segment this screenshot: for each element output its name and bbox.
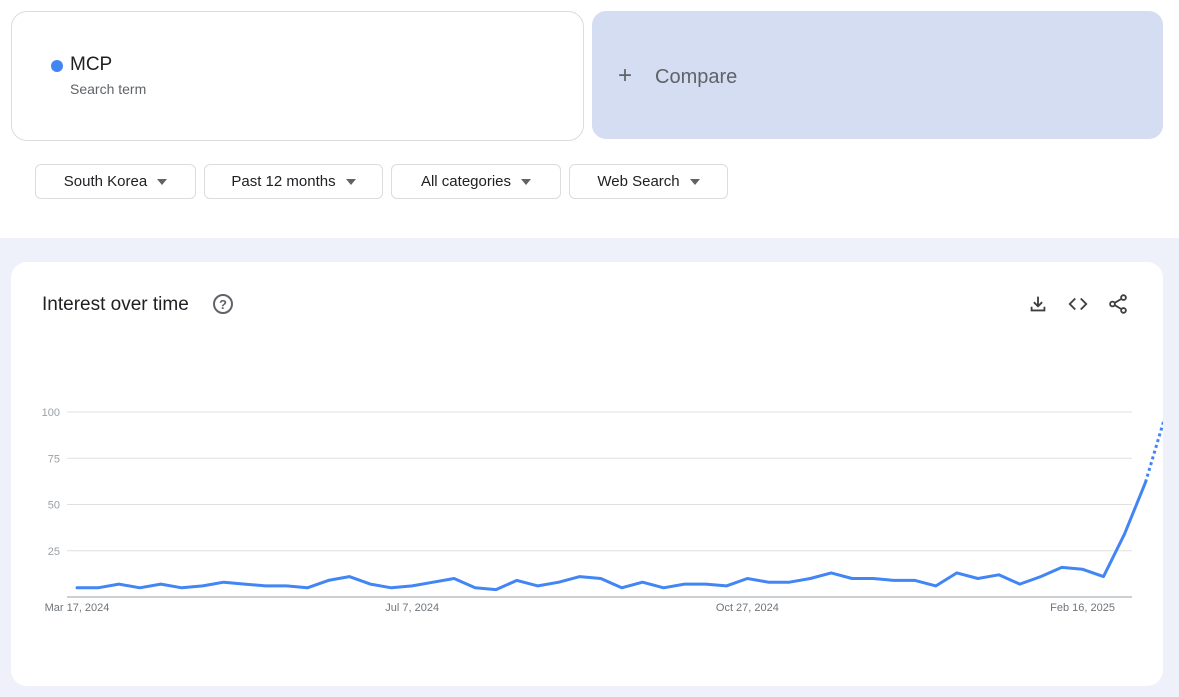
property-dropdown[interactable]: Web Search <box>569 164 728 199</box>
series-line-partial <box>1144 418 1163 483</box>
x-tick-label: Oct 27, 2024 <box>716 602 779 614</box>
x-tick-label: Feb 16, 2025 <box>1050 602 1115 614</box>
dropdown-caret-icon <box>157 178 168 185</box>
series-color-dot <box>51 60 63 72</box>
series-line <box>75 480 1147 592</box>
region-dropdown[interactable]: South Korea <box>35 164 196 199</box>
interest-over-time-card: Interest over time ? 25 50 75 100 Mar 17, 20… <box>11 262 1163 686</box>
dropdown-caret-icon <box>521 178 532 185</box>
property-label: Web Search <box>597 173 680 190</box>
period-dropdown[interactable]: Past 12 months <box>204 164 383 199</box>
plus-icon: + <box>618 62 633 89</box>
region-label: South Korea <box>63 173 148 190</box>
y-tick-label: 25 <box>48 546 60 558</box>
y-tick-label: 100 <box>42 407 60 419</box>
category-dropdown[interactable]: All categories <box>391 164 561 199</box>
filter-bar: South Korea Past 12 months All categorie… <box>11 149 1163 213</box>
compare-label: Compare <box>655 66 738 88</box>
x-tick-label: Jul 7, 2024 <box>385 602 439 614</box>
dropdown-caret-icon <box>345 178 356 185</box>
dropdown-caret-icon <box>689 178 700 185</box>
search-term-subtitle: Search term <box>70 81 147 97</box>
search-term-card[interactable]: MCP Search term <box>11 11 584 141</box>
search-term-name: MCP <box>70 54 113 75</box>
y-tick-label: 50 <box>48 500 60 512</box>
y-tick-label: 75 <box>48 453 60 465</box>
x-tick-label: Mar 17, 2024 <box>45 602 110 614</box>
period-label: Past 12 months <box>231 173 336 190</box>
line-chart: 25 50 75 100 Mar 17, 2024 Jul 7, 2024 Oct 27, … <box>42 407 1163 614</box>
category-label: All categories <box>420 173 512 190</box>
compare-button[interactable]: + Compare <box>592 11 1163 139</box>
